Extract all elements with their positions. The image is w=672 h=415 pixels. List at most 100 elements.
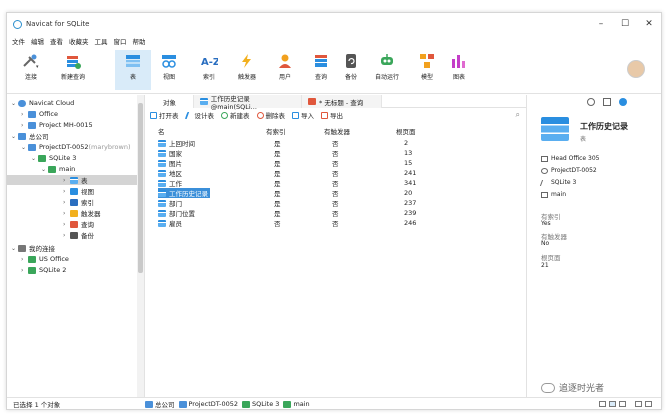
indexed-cell: 是 <box>274 190 281 198</box>
chevron-right-icon[interactable]: › <box>21 122 28 129</box>
menu-help[interactable]: 帮助 <box>133 36 146 46</box>
tree-item-indexes[interactable]: › 索引 <box>63 197 94 207</box>
table-row[interactable]: 地区 是 否 241 <box>156 168 416 178</box>
table-row[interactable]: 部门位置 是 否 239 <box>156 208 416 218</box>
detail-view-icon[interactable] <box>609 401 616 407</box>
tree-item-projectdt-0052[interactable]: ⌄ ProjectDT-0052 (marybrown) <box>21 142 131 152</box>
column-header-indexed[interactable]: 有索引 <box>266 125 286 136</box>
tab-untitled-query[interactable]: * 无标题 - 查询 <box>302 95 382 108</box>
breadcrumb-item[interactable]: ProjectDT-0052 <box>189 400 239 408</box>
tree-item-views[interactable]: › 视图 <box>63 186 94 196</box>
tree-item-office[interactable]: › Office <box>21 109 58 119</box>
toolbar-new-query-button[interactable]: 新建查询 <box>55 50 91 90</box>
breadcrumb-item[interactable]: SQLite 3 <box>252 400 279 408</box>
column-header-name[interactable]: 名 <box>158 125 165 136</box>
tree-item-project-mh-0015[interactable]: › Project MH-0015 <box>21 120 93 130</box>
cell-text: 地区 <box>169 170 182 178</box>
chevron-right-icon[interactable]: › <box>63 199 70 206</box>
toolbar-user-button[interactable]: 用户 <box>267 50 303 90</box>
export-button[interactable]: 导出 <box>321 110 343 120</box>
toolbar-chart-button[interactable]: 图表 <box>441 50 477 90</box>
chevron-right-icon[interactable]: › <box>63 221 70 228</box>
chevron-down-icon[interactable]: ⌄ <box>21 144 28 151</box>
tree-item-triggers[interactable]: › 触发器 <box>63 208 101 218</box>
toolbar-backup-button[interactable]: 备份 <box>333 50 369 90</box>
list-view-icon[interactable] <box>599 401 606 407</box>
menu-favorites[interactable]: 收藏夹 <box>69 36 89 46</box>
chevron-down-icon[interactable]: ⌄ <box>11 245 18 252</box>
svg-text:A-Z: A-Z <box>201 57 218 68</box>
menu-view[interactable]: 查看 <box>50 36 63 46</box>
toolbar-label: 表 <box>129 74 136 81</box>
menu-tools[interactable]: 工具 <box>95 36 108 46</box>
toolbar-view-button[interactable]: 视图 <box>151 50 187 90</box>
panel-toggle-icon[interactable] <box>635 401 642 407</box>
table-row[interactable]: 上回时间 是 否 2 <box>156 138 416 148</box>
menu-file[interactable]: 文件 <box>12 36 25 46</box>
chevron-down-icon[interactable]: ⌄ <box>41 166 48 173</box>
tree-item-sqlite3[interactable]: ⌄ SQLite 3 <box>31 153 76 163</box>
breadcrumb-item[interactable]: main <box>293 400 309 408</box>
chevron-right-icon[interactable]: › <box>63 188 70 195</box>
import-button[interactable]: 导入 <box>292 110 314 120</box>
new-table-button[interactable]: 新建表 <box>221 110 250 120</box>
query-icon <box>312 53 330 69</box>
table-row[interactable]: 工作 是 否 341 <box>156 178 416 188</box>
tree-item-main[interactable]: ⌄ main <box>41 164 75 174</box>
tree-item-head-office[interactable]: ⌄ 总公司 <box>11 131 49 141</box>
trigger-cell: 否 <box>332 170 339 178</box>
tree-item-sqlite2[interactable]: › SQLite 2 <box>21 265 66 275</box>
tree-item-queries[interactable]: › 查询 <box>63 219 94 229</box>
tree-item-my-connections[interactable]: ⌄ 我的连接 <box>11 243 55 253</box>
avatar[interactable] <box>627 60 645 78</box>
toolbar-connection-button[interactable]: ▾ 连接 <box>13 50 49 90</box>
tree-item-backups[interactable]: › 备份 <box>63 230 94 240</box>
table-row[interactable]: 图片 是 否 15 <box>156 158 416 168</box>
chevron-right-icon[interactable]: › <box>21 256 28 263</box>
chevron-right-icon[interactable]: › <box>21 111 28 118</box>
chevron-right-icon[interactable]: › <box>63 177 70 184</box>
button-label: 设计表 <box>194 112 215 120</box>
column-header-trigger[interactable]: 有触发器 <box>324 125 350 136</box>
tab-job-history-table[interactable]: 工作历史记录 @main(SQLi... <box>194 95 302 111</box>
search-icon[interactable]: ⌕ <box>516 110 520 120</box>
model-icon <box>418 53 436 69</box>
tab-objects[interactable]: 对象 <box>146 95 194 108</box>
info-icon[interactable] <box>587 98 595 106</box>
tree-item-tables[interactable]: › 表 <box>7 175 137 185</box>
ddl-icon[interactable] <box>603 98 611 106</box>
table-row-selected[interactable]: 工作历史记录 是 否 20 <box>156 188 416 198</box>
toolbar-automation-button[interactable]: 自动运行 <box>369 50 405 90</box>
tree-item-us-office[interactable]: › US Office <box>21 254 69 264</box>
info-text: SQLite 3 <box>551 179 577 186</box>
gear-icon[interactable] <box>619 98 627 106</box>
split-view-icon[interactable] <box>645 401 652 407</box>
grid-view-icon[interactable] <box>619 401 626 407</box>
toolbar-index-button[interactable]: A-Z 索引 <box>191 50 227 90</box>
menu-window[interactable]: 窗口 <box>114 36 127 46</box>
toolbar-trigger-button[interactable]: 触发器 <box>229 50 265 90</box>
chevron-down-icon[interactable]: ⌄ <box>11 100 18 107</box>
table-row[interactable]: 部门 是 否 237 <box>156 198 416 208</box>
delete-table-button[interactable]: 删除表 <box>256 110 285 120</box>
chevron-right-icon[interactable]: › <box>21 267 28 274</box>
breadcrumb-item[interactable]: 总公司 <box>155 399 175 409</box>
chevron-right-icon[interactable]: › <box>63 210 70 217</box>
open-table-button[interactable]: 打开表 <box>150 110 179 120</box>
table-row[interactable]: 国家 是 否 13 <box>156 148 416 158</box>
menu-edit[interactable]: 编辑 <box>31 36 44 46</box>
office-icon <box>28 110 36 118</box>
sidebar-scrollbar[interactable] <box>137 95 144 397</box>
chevron-down-icon[interactable]: ⌄ <box>11 133 18 140</box>
chevron-right-icon[interactable]: › <box>63 232 70 239</box>
chevron-down-icon[interactable]: ⌄ <box>31 155 38 162</box>
toolbar-table-button[interactable]: 表 <box>115 50 151 90</box>
close-button[interactable]: ✕ <box>635 13 663 35</box>
toolbar-model-button[interactable]: 模型 <box>409 50 445 90</box>
info-text: main <box>551 191 566 198</box>
design-table-button[interactable]: 设计表 <box>184 110 215 120</box>
scrollbar-thumb[interactable] <box>138 103 143 273</box>
table-row[interactable]: 雇员 否 否 246 <box>156 218 416 228</box>
tree-item-navicat-cloud[interactable]: ⌄ Navicat Cloud <box>11 98 74 108</box>
column-header-rootpage[interactable]: 根页面 <box>396 125 416 136</box>
